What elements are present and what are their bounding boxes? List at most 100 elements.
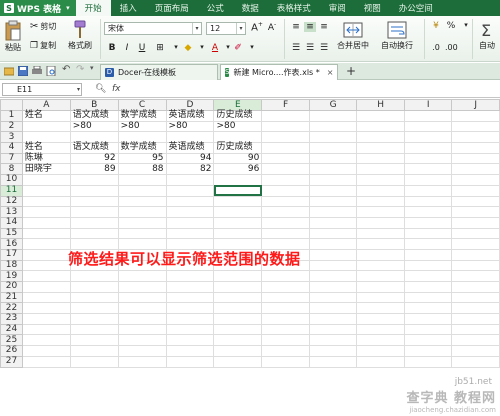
- row-header[interactable]: 4: [0, 142, 23, 154]
- cell-j25[interactable]: [451, 334, 500, 347]
- percent-icon[interactable]: %: [445, 21, 457, 31]
- cell-e2[interactable]: >80: [213, 120, 263, 133]
- cell-i1[interactable]: [403, 110, 453, 122]
- cell-c8[interactable]: 88: [117, 163, 167, 176]
- cell-g24[interactable]: [308, 323, 358, 336]
- app-menu-button[interactable]: S WPS 表格 ▾: [0, 0, 76, 16]
- row-header[interactable]: 22: [0, 302, 23, 315]
- cell-b4[interactable]: 语文成绩: [69, 142, 119, 154]
- row-header[interactable]: 21: [0, 291, 23, 304]
- row-header[interactable]: 14: [0, 216, 23, 229]
- cell-f21[interactable]: [261, 291, 310, 304]
- cell-f10[interactable]: [261, 174, 310, 186]
- row-header[interactable]: 8: [0, 163, 23, 176]
- print-preview-icon[interactable]: [46, 66, 56, 76]
- cell-f15[interactable]: [261, 227, 310, 240]
- cell-a8[interactable]: 田晓宇: [21, 163, 71, 176]
- cell-d25[interactable]: [165, 334, 215, 347]
- cell-i7[interactable]: [403, 152, 453, 165]
- cell-j8[interactable]: [451, 163, 500, 176]
- wrap-text-button[interactable]: 自动换行: [381, 20, 413, 51]
- cell-a22[interactable]: [21, 302, 71, 315]
- cell-i12[interactable]: [403, 195, 453, 208]
- cell-g1[interactable]: [308, 110, 358, 122]
- font-color-icon[interactable]: A: [209, 43, 221, 53]
- tab-review[interactable]: 审阅: [320, 0, 355, 16]
- cell-f24[interactable]: [261, 323, 310, 336]
- cell-d12[interactable]: [165, 195, 215, 208]
- cell-h21[interactable]: [356, 291, 405, 304]
- paste-button[interactable]: 粘贴: [4, 20, 22, 53]
- cell-f7[interactable]: [261, 152, 310, 165]
- tab-home[interactable]: 开始: [75, 0, 111, 16]
- cell-j22[interactable]: [451, 302, 500, 315]
- row-header[interactable]: 23: [0, 313, 23, 325]
- cell-a19[interactable]: [21, 270, 71, 282]
- cell-i19[interactable]: [403, 270, 453, 282]
- italic-icon[interactable]: I: [121, 43, 133, 53]
- cell-h8[interactable]: [356, 163, 405, 176]
- row-header[interactable]: 16: [0, 238, 23, 250]
- font-size-select[interactable]: 12 ▾: [206, 22, 246, 35]
- cell-a18[interactable]: [21, 259, 71, 272]
- row-header[interactable]: 1: [0, 110, 23, 122]
- cell-b8[interactable]: 89: [69, 163, 119, 176]
- cell-d13[interactable]: [165, 206, 215, 218]
- cell-c11[interactable]: [117, 184, 167, 197]
- cell-c3[interactable]: [117, 131, 167, 144]
- cell-a26[interactable]: [21, 345, 71, 357]
- redo-icon[interactable]: ↷: [76, 64, 86, 75]
- cell-j19[interactable]: [451, 270, 500, 282]
- row-header[interactable]: 3: [0, 131, 23, 144]
- cell-c26[interactable]: [117, 345, 167, 357]
- close-icon[interactable]: ×: [327, 68, 334, 77]
- cell-g17[interactable]: [308, 248, 358, 261]
- cell-c15[interactable]: [117, 227, 167, 240]
- cell-a7[interactable]: 陈琳: [21, 152, 71, 165]
- cell-f27[interactable]: [261, 355, 310, 368]
- chevron-down-icon[interactable]: ▾: [460, 21, 472, 29]
- cell-j2[interactable]: [451, 120, 500, 133]
- cell-j20[interactable]: [451, 281, 500, 293]
- underline-icon[interactable]: U: [136, 43, 148, 53]
- cell-c12[interactable]: [117, 195, 167, 208]
- tab-view[interactable]: 视图: [355, 0, 390, 16]
- cell-c7[interactable]: 95: [117, 152, 167, 165]
- cell-j15[interactable]: [451, 227, 500, 240]
- chevron-down-icon[interactable]: ▾: [246, 43, 258, 51]
- cell-h23[interactable]: [356, 313, 405, 325]
- fx-icon[interactable]: fx: [112, 84, 121, 94]
- cell-g21[interactable]: [308, 291, 358, 304]
- cell-a24[interactable]: [21, 323, 71, 336]
- cell-j3[interactable]: [451, 131, 500, 144]
- chevron-down-icon[interactable]: ▾: [170, 43, 182, 51]
- cell-c19[interactable]: [117, 270, 167, 282]
- cell-j23[interactable]: [451, 313, 500, 325]
- cell-g8[interactable]: [308, 163, 358, 176]
- cell-h26[interactable]: [356, 345, 405, 357]
- cell-g3[interactable]: [308, 131, 358, 144]
- cell-b7[interactable]: 92: [69, 152, 119, 165]
- cell-g26[interactable]: [308, 345, 358, 357]
- cell-i16[interactable]: [403, 238, 453, 250]
- column-header-h[interactable]: H: [356, 99, 405, 111]
- cell-f23[interactable]: [261, 313, 310, 325]
- cell-c23[interactable]: [117, 313, 167, 325]
- cell-f14[interactable]: [261, 216, 310, 229]
- cell-h2[interactable]: [356, 120, 405, 133]
- cell-b27[interactable]: [69, 355, 119, 368]
- cell-b14[interactable]: [69, 216, 119, 229]
- cell-e22[interactable]: [213, 302, 263, 315]
- merge-center-button[interactable]: 合并居中: [337, 20, 369, 51]
- cell-g14[interactable]: [308, 216, 358, 229]
- search-icon[interactable]: 🔍︎: [95, 84, 106, 94]
- cell-b19[interactable]: [69, 270, 119, 282]
- bold-icon[interactable]: B: [106, 43, 118, 53]
- cell-g2[interactable]: [308, 120, 358, 133]
- row-header[interactable]: 12: [0, 195, 23, 208]
- cut-button[interactable]: ✂ 剪切: [30, 21, 56, 32]
- cell-j17[interactable]: [451, 248, 500, 261]
- cell-e4[interactable]: 历史成绩: [213, 142, 263, 154]
- cell-c14[interactable]: [117, 216, 167, 229]
- cell-a12[interactable]: [21, 195, 71, 208]
